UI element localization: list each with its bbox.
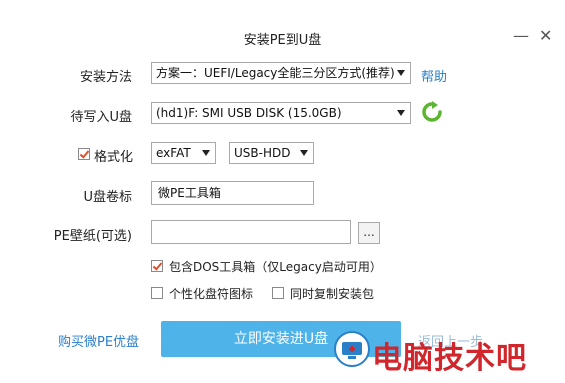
- close-button[interactable]: ✕: [539, 26, 552, 45]
- install-method-select[interactable]: 方案一：UEFI/Legacy全能三分区方式(推荐): [151, 62, 411, 84]
- dos-toolbox-checkbox[interactable]: [151, 260, 163, 272]
- custom-icon-label: 个性化盘符图标: [169, 287, 254, 301]
- help-link[interactable]: 帮助: [421, 66, 447, 85]
- filesystem-value: exFAT: [156, 146, 191, 160]
- minimize-button[interactable]: —: [513, 26, 529, 45]
- wallpaper-label: PE壁纸(可选): [53, 229, 132, 244]
- custom-icon-checkbox[interactable]: [151, 287, 163, 299]
- filesystem-select[interactable]: exFAT: [151, 142, 216, 164]
- refresh-icon[interactable]: [421, 101, 443, 123]
- window-title: 安装PE到U盘: [243, 33, 322, 48]
- chevron-down-icon: [300, 150, 308, 156]
- dos-toolbox-label: 包含DOS工具箱（仅Legacy启动可用）: [169, 260, 382, 274]
- format-checkbox[interactable]: [78, 148, 90, 160]
- watermark-text: 电脑技术吧: [372, 341, 527, 376]
- volume-label-input[interactable]: 微PE工具箱: [151, 181, 314, 205]
- volume-label-label: U盘卷标: [83, 190, 132, 205]
- wallpaper-input[interactable]: [151, 220, 351, 244]
- browse-button[interactable]: ...: [358, 222, 380, 244]
- install-method-value: 方案一：UEFI/Legacy全能三分区方式(推荐): [156, 66, 395, 80]
- watermark-logo: [333, 330, 371, 368]
- target-disk-value: (hd1)F: SMI USB DISK (15.0GB): [156, 106, 342, 120]
- chevron-down-icon: [397, 70, 405, 76]
- install-method-label: 安装方法: [79, 70, 132, 85]
- target-disk-label: 待写入U盘: [70, 110, 132, 125]
- boot-mode-select[interactable]: USB-HDD: [229, 142, 314, 164]
- copy-installer-label: 同时复制安装包: [290, 287, 375, 301]
- target-disk-select[interactable]: (hd1)F: SMI USB DISK (15.0GB): [151, 102, 411, 124]
- chevron-down-icon: [202, 150, 210, 156]
- chevron-down-icon: [397, 110, 405, 116]
- format-label: 格式化: [94, 150, 134, 165]
- buy-usb-link[interactable]: 购买微PE优盘: [58, 331, 139, 350]
- boot-mode-value: USB-HDD: [234, 146, 291, 160]
- copy-installer-checkbox[interactable]: [272, 287, 284, 299]
